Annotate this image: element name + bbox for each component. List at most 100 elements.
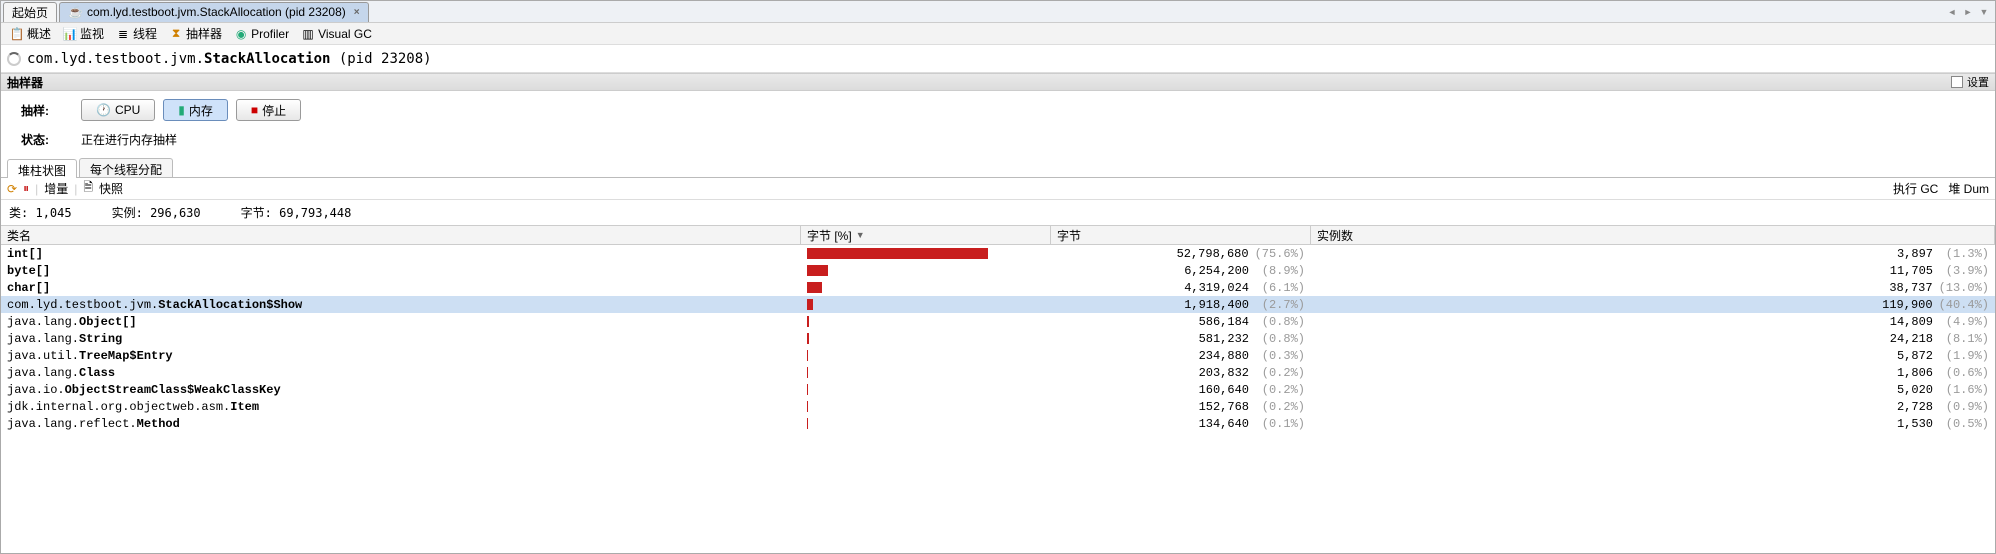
threads-icon: ≣ — [116, 27, 130, 41]
toolbar-sampler[interactable]: ⧗抽样器 — [164, 23, 227, 44]
sampler-icon: ⧗ — [169, 27, 183, 41]
table-row[interactable]: com.lyd.testboot.jvm.StackAllocation$Sho… — [1, 296, 1995, 313]
stop-button[interactable]: ■停止 — [236, 99, 301, 121]
pause-icon[interactable]: ⏸ — [23, 181, 29, 196]
col-name-label: 类名 — [7, 227, 31, 244]
table-row[interactable]: java.util.TreeMap$Entry234,880(0.3%)5,87… — [1, 347, 1995, 364]
cell-bytes: 234,880(0.3%) — [1051, 349, 1311, 363]
cell-classname: char[] — [1, 281, 801, 295]
cell-bytes: 52,798,680(75.6%) — [1051, 247, 1311, 261]
cell-instances: 5,020(1.6%) — [1311, 383, 1995, 397]
table-row[interactable]: java.io.ObjectStreamClass$WeakClassKey16… — [1, 381, 1995, 398]
col-barpct[interactable]: 字节 [%]▼ — [801, 226, 1051, 244]
java-icon: ☕ — [68, 5, 83, 19]
main-toolbar: 📋概述 📊监视 ≣线程 ⧗抽样器 ◉Profiler ▥Visual GC — [1, 23, 1995, 45]
cell-instances: 1,806(0.6%) — [1311, 366, 1995, 380]
memory-icon: ▮ — [178, 103, 185, 117]
visualgc-icon: ▥ — [301, 27, 315, 41]
cpu-button[interactable]: 🕐CPU — [81, 99, 155, 121]
settings-checkbox[interactable] — [1951, 76, 1963, 88]
toolbar-visualgc[interactable]: ▥Visual GC — [296, 25, 377, 43]
settings-toggle[interactable]: 设置 — [1951, 74, 1989, 90]
cell-instances: 5,872(1.9%) — [1311, 349, 1995, 363]
toolbar-profiler[interactable]: ◉Profiler — [229, 25, 294, 43]
toolbar-monitor[interactable]: 📊监视 — [58, 23, 109, 44]
table-body: int[]52,798,680(75.6%)3,897(1.3%)byte[]6… — [1, 245, 1995, 553]
memory-button-label: 内存 — [189, 102, 213, 119]
col-bytes-label: 字节 — [1057, 227, 1081, 244]
table-row[interactable]: jdk.internal.org.objectweb.asm.Item152,7… — [1, 398, 1995, 415]
cell-bar — [801, 282, 1051, 293]
settings-label: 设置 — [1967, 74, 1989, 90]
delta-button[interactable]: 增量 — [44, 180, 68, 197]
table-row[interactable]: java.lang.Object[]586,184(0.8%)14,809(4.… — [1, 313, 1995, 330]
cell-classname: java.lang.reflect.Method — [1, 417, 801, 431]
cell-classname: java.lang.Class — [1, 366, 801, 380]
subtab-histogram[interactable]: 堆柱状图 — [7, 159, 77, 178]
memory-button[interactable]: ▮ 内存 — [163, 99, 228, 121]
col-bytes[interactable]: 字节 — [1051, 226, 1311, 244]
result-subtabs: 堆柱状图 每个线程分配 — [1, 158, 1995, 178]
section-name: 抽样器 — [7, 74, 43, 91]
refresh-icon[interactable]: ⟳ — [7, 182, 17, 196]
classes-label: 类: — [9, 206, 28, 220]
toolbar-overview[interactable]: 📋概述 — [5, 23, 56, 44]
cell-bar — [801, 316, 1051, 327]
close-icon[interactable]: × — [354, 7, 360, 18]
table-row[interactable]: java.lang.reflect.Method 134,640(0.1%)1,5… — [1, 415, 1995, 432]
subtab-histogram-label: 堆柱状图 — [18, 164, 66, 178]
tab-process-label: com.lyd.testboot.jvm.StackAllocation (pi… — [87, 5, 346, 19]
subtab-perthread[interactable]: 每个线程分配 — [79, 158, 173, 177]
sample-label: 抽样: — [21, 102, 81, 119]
col-inst-label: 实例数 — [1317, 227, 1353, 244]
toolbar-sampler-label: 抽样器 — [186, 25, 222, 42]
cell-instances: 1,530(0.5%) — [1311, 417, 1995, 431]
cell-bytes: 6,254,200(8.9%) — [1051, 264, 1311, 278]
sample-buttons: 🕐CPU ▮ 内存 ■停止 — [81, 99, 1975, 121]
snapshot-icon: 🗎 — [83, 178, 93, 199]
bytes-value: 69,793,448 — [279, 206, 351, 220]
table-row[interactable]: java.lang.Class203,832(0.2%)1,806(0.6%) — [1, 364, 1995, 381]
col-inst[interactable]: 实例数 — [1311, 226, 1995, 244]
section-header: 抽样器 设置 — [1, 73, 1995, 91]
cell-classname: java.lang.Object[] — [1, 315, 801, 329]
table-row[interactable]: char[]4,319,024(6.1%)38,737(13.0%) — [1, 279, 1995, 296]
tab-process[interactable]: ☕ com.lyd.testboot.jvm.StackAllocation (… — [59, 2, 369, 22]
dropdown-icon[interactable]: ▼ — [1977, 7, 1991, 17]
table-row[interactable]: int[]52,798,680(75.6%)3,897(1.3%) — [1, 245, 1995, 262]
cell-instances: 11,705(3.9%) — [1311, 264, 1995, 278]
col-name[interactable]: 类名 — [1, 226, 801, 244]
window-controls: ◄ ► ▼ — [1945, 7, 1995, 17]
gc-button[interactable]: 执行 GC — [1893, 180, 1938, 197]
cell-classname: com.lyd.testboot.jvm.StackAllocation$Sho… — [1, 298, 801, 312]
cell-bar — [801, 299, 1051, 310]
left-arrow-icon[interactable]: ◄ — [1945, 7, 1959, 17]
tab-start-label: 起始页 — [12, 4, 48, 21]
table-row[interactable]: java.lang.String581,232(0.8%)24,218(8.1%… — [1, 330, 1995, 347]
toolbar-threads-label: 线程 — [133, 25, 157, 42]
subtab-perthread-label: 每个线程分配 — [90, 163, 162, 177]
cell-bytes: 586,184(0.8%) — [1051, 315, 1311, 329]
cell-bytes: 581,232(0.8%) — [1051, 332, 1311, 346]
classes-value: 1,045 — [35, 206, 71, 220]
profiler-icon: ◉ — [234, 27, 248, 41]
cell-bytes: 134,640(0.1%) — [1051, 417, 1311, 431]
snapshot-button[interactable]: 快照 — [99, 180, 123, 197]
clock-icon: 🕐 — [96, 103, 111, 117]
status-value: 正在进行内存抽样 — [81, 131, 1975, 148]
heapdump-button[interactable]: 堆 Dum — [1948, 180, 1989, 197]
cell-bar — [801, 248, 1051, 259]
table-row[interactable]: byte[]6,254,200(8.9%)11,705(3.9%) — [1, 262, 1995, 279]
monitor-icon: 📊 — [63, 27, 77, 41]
window-tabs: 起始页 ☕ com.lyd.testboot.jvm.StackAllocati… — [1, 1, 1995, 23]
histogram-toolbar: ⟳ ⏸ | 增量 | 🗎 快照 执行 GC 堆 Dum — [1, 178, 1995, 200]
cell-bar — [801, 418, 1051, 429]
cell-bar — [801, 333, 1051, 344]
toolbar-threads[interactable]: ≣线程 — [111, 23, 162, 44]
right-arrow-icon[interactable]: ► — [1961, 7, 1975, 17]
right-actions: 执行 GC 堆 Dum — [1893, 180, 1989, 197]
cell-instances: 2,728(0.9%) — [1311, 400, 1995, 414]
toolbar-overview-label: 概述 — [27, 25, 51, 42]
cell-instances: 3,897(1.3%) — [1311, 247, 1995, 261]
tab-start[interactable]: 起始页 — [3, 2, 57, 22]
